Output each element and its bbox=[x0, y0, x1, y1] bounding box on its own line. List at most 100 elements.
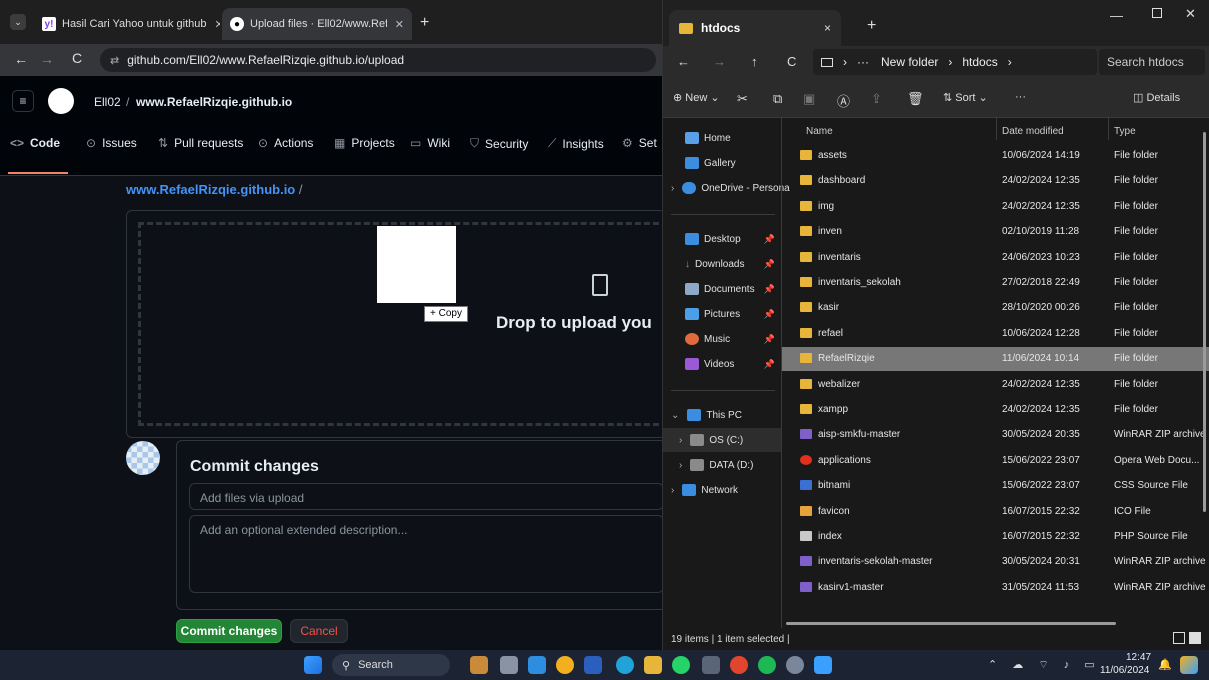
tab-security[interactable]: ⛉ Security bbox=[470, 136, 528, 151]
file-row[interactable]: applications 15/06/2022 23:07 Opera Web Do… bbox=[782, 449, 1209, 473]
pin-icon[interactable]: 📌 bbox=[764, 309, 775, 320]
tab-search-chevron-icon[interactable]: ⌄ bbox=[10, 14, 26, 30]
site-info-icon[interactable]: ⇄ bbox=[110, 54, 119, 67]
commit-description-textarea[interactable]: Add an optional extended description... bbox=[189, 515, 662, 593]
nav-home[interactable]: Home bbox=[663, 126, 781, 150]
commit-summary-input[interactable]: Add files via upload bbox=[189, 483, 662, 510]
copy-icon[interactable]: ⧉ bbox=[773, 91, 782, 107]
explorer-address-bar[interactable]: › ··· New folder › htdocs › bbox=[813, 49, 1097, 75]
file-row[interactable]: kasir 28/10/2020 00:26 File folder bbox=[782, 296, 1209, 320]
forward-arrow-icon[interactable]: → bbox=[40, 51, 54, 67]
file-row[interactable]: refael 10/06/2024 12:28 File folder bbox=[782, 322, 1209, 346]
pin-icon[interactable]: 📌 bbox=[764, 259, 775, 270]
search-htdocs-input[interactable]: Search htdocs bbox=[1099, 49, 1205, 75]
breadcrumb-repo-link[interactable]: www.RefaelRizqie.github.io bbox=[126, 182, 295, 197]
new-button[interactable]: ⊕ New ⌄ bbox=[673, 91, 720, 104]
widgets-icon[interactable] bbox=[470, 656, 488, 674]
column-header-name[interactable]: Name bbox=[806, 126, 833, 137]
reload-icon[interactable]: C bbox=[72, 50, 82, 66]
pin-icon[interactable]: 📌 bbox=[764, 284, 775, 295]
chrome-alt-icon[interactable] bbox=[730, 656, 748, 674]
tab-actions[interactable]: ⊙ Actions bbox=[258, 136, 313, 150]
tab-projects[interactable]: ▦ Projects bbox=[334, 136, 395, 150]
notepad-icon[interactable] bbox=[814, 656, 832, 674]
file-row[interactable]: img 24/02/2024 12:35 File folder bbox=[782, 195, 1209, 219]
tab-insights[interactable]: ⟋ Insights bbox=[548, 136, 604, 151]
notification-bell-icon[interactable]: 🔔 bbox=[1158, 658, 1172, 671]
nav-pictures[interactable]: Pictures 📌 bbox=[663, 302, 781, 326]
clock-date[interactable]: 11/06/2024 bbox=[1100, 665, 1149, 676]
whatsapp-icon[interactable] bbox=[672, 656, 690, 674]
nav-this-pc[interactable]: ⌄ This PC bbox=[663, 403, 781, 427]
address-bar[interactable]: ⇄ github.com/Ell02/www.RefaelRizqie.gith… bbox=[100, 48, 656, 72]
pin-icon[interactable]: 📌 bbox=[764, 359, 775, 370]
nav-desktop[interactable]: Desktop 📌 bbox=[663, 227, 781, 251]
repo-name-link[interactable]: www.RefaelRizqie.github.io bbox=[136, 95, 292, 109]
nav-onedrive[interactable]: › OneDrive - Persona bbox=[663, 176, 790, 200]
paste-icon[interactable]: ▣ bbox=[803, 91, 815, 107]
share-icon[interactable]: ⇪ bbox=[871, 91, 882, 107]
tab-pull-requests[interactable]: ⇅ Pull requests bbox=[158, 136, 243, 150]
delete-icon[interactable]: 🗑 bbox=[907, 91, 924, 107]
nav-network[interactable]: › Network bbox=[663, 478, 781, 502]
system-tray-icons[interactable]: ⌃ ☁ ⌔ ♪ ▭ bbox=[988, 658, 1101, 672]
browser-tab-yahoo[interactable]: y! Hasil Cari Yahoo untuk github ✕ bbox=[34, 8, 220, 40]
back-arrow-icon[interactable]: ← bbox=[677, 54, 690, 69]
new-tab-button[interactable]: + bbox=[867, 17, 876, 35]
nav-documents[interactable]: Documents 📌 bbox=[663, 277, 781, 301]
file-row[interactable]: assets 10/06/2024 14:19 File folder bbox=[782, 144, 1209, 168]
windows-start-icon[interactable] bbox=[304, 656, 322, 674]
rename-icon[interactable]: Ⓐ bbox=[837, 91, 850, 110]
file-row[interactable]: inventaris 24/06/2023 10:23 File folder bbox=[782, 246, 1209, 270]
tiles-view-icon[interactable] bbox=[1189, 632, 1201, 644]
github-logo-icon[interactable] bbox=[48, 88, 74, 114]
sort-button[interactable]: ⇅ Sort ⌄ bbox=[943, 91, 988, 104]
up-arrow-icon[interactable]: ↑ bbox=[751, 54, 758, 69]
file-row[interactable]: webalizer 24/02/2024 12:35 File folder bbox=[782, 373, 1209, 397]
nav-music[interactable]: Music 📌 bbox=[663, 327, 781, 351]
nav-gallery[interactable]: Gallery bbox=[663, 151, 781, 175]
file-row[interactable]: inventaris-sekolah-master 30/05/2024 20:3… bbox=[782, 550, 1209, 574]
refresh-icon[interactable]: C bbox=[787, 54, 796, 69]
maximize-icon[interactable] bbox=[1152, 8, 1162, 18]
file-row[interactable]: xampp 24/02/2024 12:35 File folder bbox=[782, 398, 1209, 422]
breadcrumb-new-folder[interactable]: New folder bbox=[881, 55, 938, 69]
nav-videos[interactable]: Videos 📌 bbox=[663, 352, 781, 376]
taskbar-search-box[interactable]: ⚲ Search bbox=[332, 654, 450, 676]
settings-icon[interactable] bbox=[786, 656, 804, 674]
word-icon[interactable] bbox=[584, 656, 602, 674]
file-row[interactable]: index 16/07/2015 22:32 PHP Source File bbox=[782, 525, 1209, 549]
file-row[interactable]: inventaris_sekolah 27/02/2018 22:49 File f… bbox=[782, 271, 1209, 295]
explorer-tab[interactable]: htdocs × bbox=[669, 10, 841, 46]
nav-data-d[interactable]: › DATA (D:) bbox=[663, 453, 781, 477]
edge-icon[interactable] bbox=[616, 656, 634, 674]
chrome-icon[interactable] bbox=[556, 656, 574, 674]
minimize-icon[interactable]: — bbox=[1110, 8, 1123, 23]
pin-icon[interactable]: 📌 bbox=[764, 334, 775, 345]
file-explorer-icon[interactable] bbox=[644, 656, 662, 674]
nav-downloads[interactable]: ↓ Downloads 📌 bbox=[663, 252, 781, 276]
vscode-icon[interactable] bbox=[528, 656, 546, 674]
calculator-icon[interactable] bbox=[702, 656, 720, 674]
tab-code[interactable]: <> Code bbox=[10, 136, 60, 150]
browser-tab-github[interactable]: ● Upload files · Ell02/www.Refael ✕ bbox=[222, 8, 412, 40]
file-row[interactable]: kasirv1-master 31/05/2024 11:53 WinRAR ZIP… bbox=[782, 576, 1209, 600]
repo-owner-link[interactable]: Ell02 bbox=[94, 95, 121, 109]
close-tab-icon[interactable]: ✕ bbox=[207, 18, 220, 31]
hamburger-menu-icon[interactable]: ≡ bbox=[12, 90, 34, 112]
forward-arrow-icon[interactable]: → bbox=[713, 54, 726, 69]
clock-time[interactable]: 12:47 bbox=[1126, 652, 1151, 663]
horizontal-scrollbar[interactable] bbox=[786, 622, 1116, 625]
more-options-button[interactable]: ··· bbox=[1015, 91, 1026, 103]
copilot-icon[interactable] bbox=[1180, 656, 1198, 674]
column-header-date[interactable]: Date modified bbox=[1002, 126, 1064, 137]
task-view-icon[interactable] bbox=[500, 656, 518, 674]
details-button[interactable]: ◫ Details bbox=[1133, 91, 1180, 104]
breadcrumb-htdocs[interactable]: htdocs bbox=[962, 55, 997, 69]
vertical-scrollbar[interactable] bbox=[1203, 132, 1206, 512]
cancel-button[interactable]: Cancel bbox=[290, 619, 348, 643]
commit-changes-button[interactable]: Commit changes bbox=[176, 619, 282, 643]
tab-issues[interactable]: ⊙ Issues bbox=[86, 136, 137, 150]
spotify-icon[interactable] bbox=[758, 656, 776, 674]
tab-settings[interactable]: ⚙ Set bbox=[622, 136, 657, 150]
